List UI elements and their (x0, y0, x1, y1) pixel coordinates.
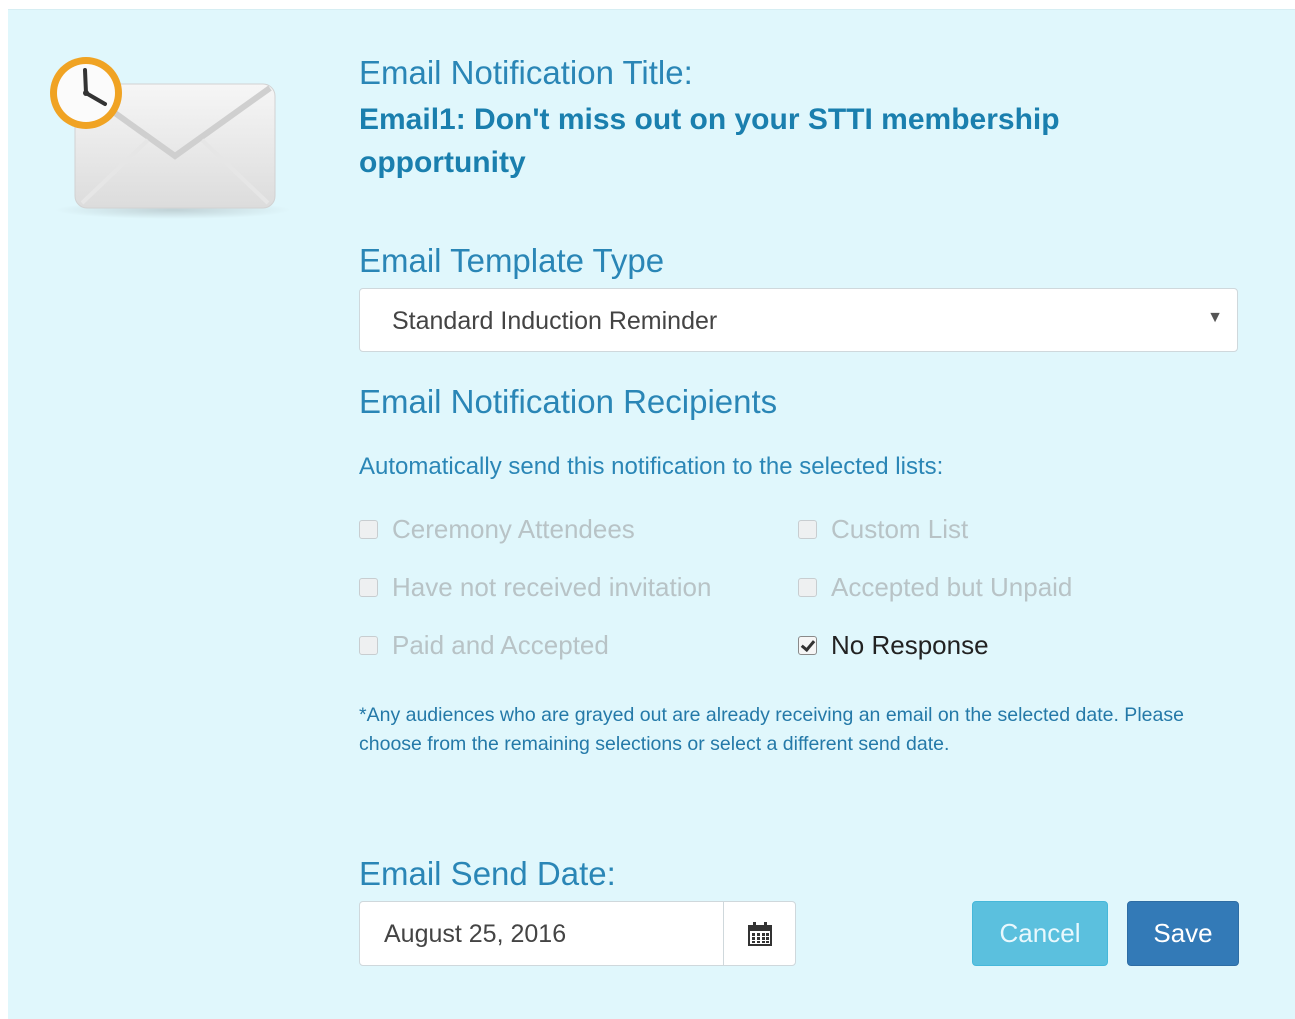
checkbox-label: Paid and Accepted (392, 629, 609, 660)
template-type-select[interactable]: Standard Induction Reminder ▼ (359, 288, 1238, 352)
title-label: Email Notification Title: (359, 54, 693, 91)
recipients-label: Email Notification Recipients (359, 383, 778, 420)
checkbox-label: Custom List (831, 513, 969, 544)
checkbox-box[interactable] (798, 577, 817, 597)
template-type-value: Standard Induction Reminder (392, 307, 718, 335)
calendar-button[interactable] (723, 902, 795, 965)
checkbox-box[interactable] (359, 519, 378, 539)
checkbox-label: Accepted but Unpaid (831, 571, 1073, 602)
send-date-label: Email Send Date: (359, 855, 616, 892)
checkbox-custom-list[interactable]: Custom List (798, 512, 968, 546)
recipients-instruction: Automatically send this notification to … (359, 453, 944, 480)
checkbox-label: No Response (831, 629, 989, 660)
checkbox-box[interactable] (359, 577, 378, 597)
checkbox-box[interactable] (359, 635, 378, 655)
cancel-button[interactable]: Cancel (972, 901, 1108, 966)
caret-down-icon: ▼ (1207, 309, 1223, 326)
checkbox-no-response[interactable]: No Response (798, 628, 989, 662)
checkbox-ceremony-attendees[interactable]: Ceremony Attendees (359, 512, 635, 546)
calendar-icon (747, 921, 772, 946)
checkbox-accepted-but-unpaid[interactable]: Accepted but Unpaid (798, 570, 1072, 604)
send-date-value: August 25, 2016 (384, 920, 567, 948)
save-button[interactable]: Save (1127, 901, 1239, 966)
envelope-clock-icon (40, 48, 291, 223)
checkbox-box[interactable] (798, 519, 817, 539)
checkbox-box-checked[interactable] (798, 635, 817, 655)
template-type-label: Email Template Type (359, 242, 665, 279)
grayed-out-note: *Any audiences who are grayed out are al… (359, 704, 1184, 755)
notification-title: Email1: Don't miss out on your STTI memb… (359, 103, 1060, 179)
checkbox-paid-and-accepted[interactable]: Paid and Accepted (359, 628, 609, 662)
send-date-input[interactable]: August 25, 2016 (359, 901, 796, 966)
checkbox-label: Ceremony Attendees (392, 513, 635, 544)
checkbox-have-not-received-invitation[interactable]: Have not received invitation (359, 570, 711, 604)
checkbox-label: Have not received invitation (392, 571, 712, 602)
